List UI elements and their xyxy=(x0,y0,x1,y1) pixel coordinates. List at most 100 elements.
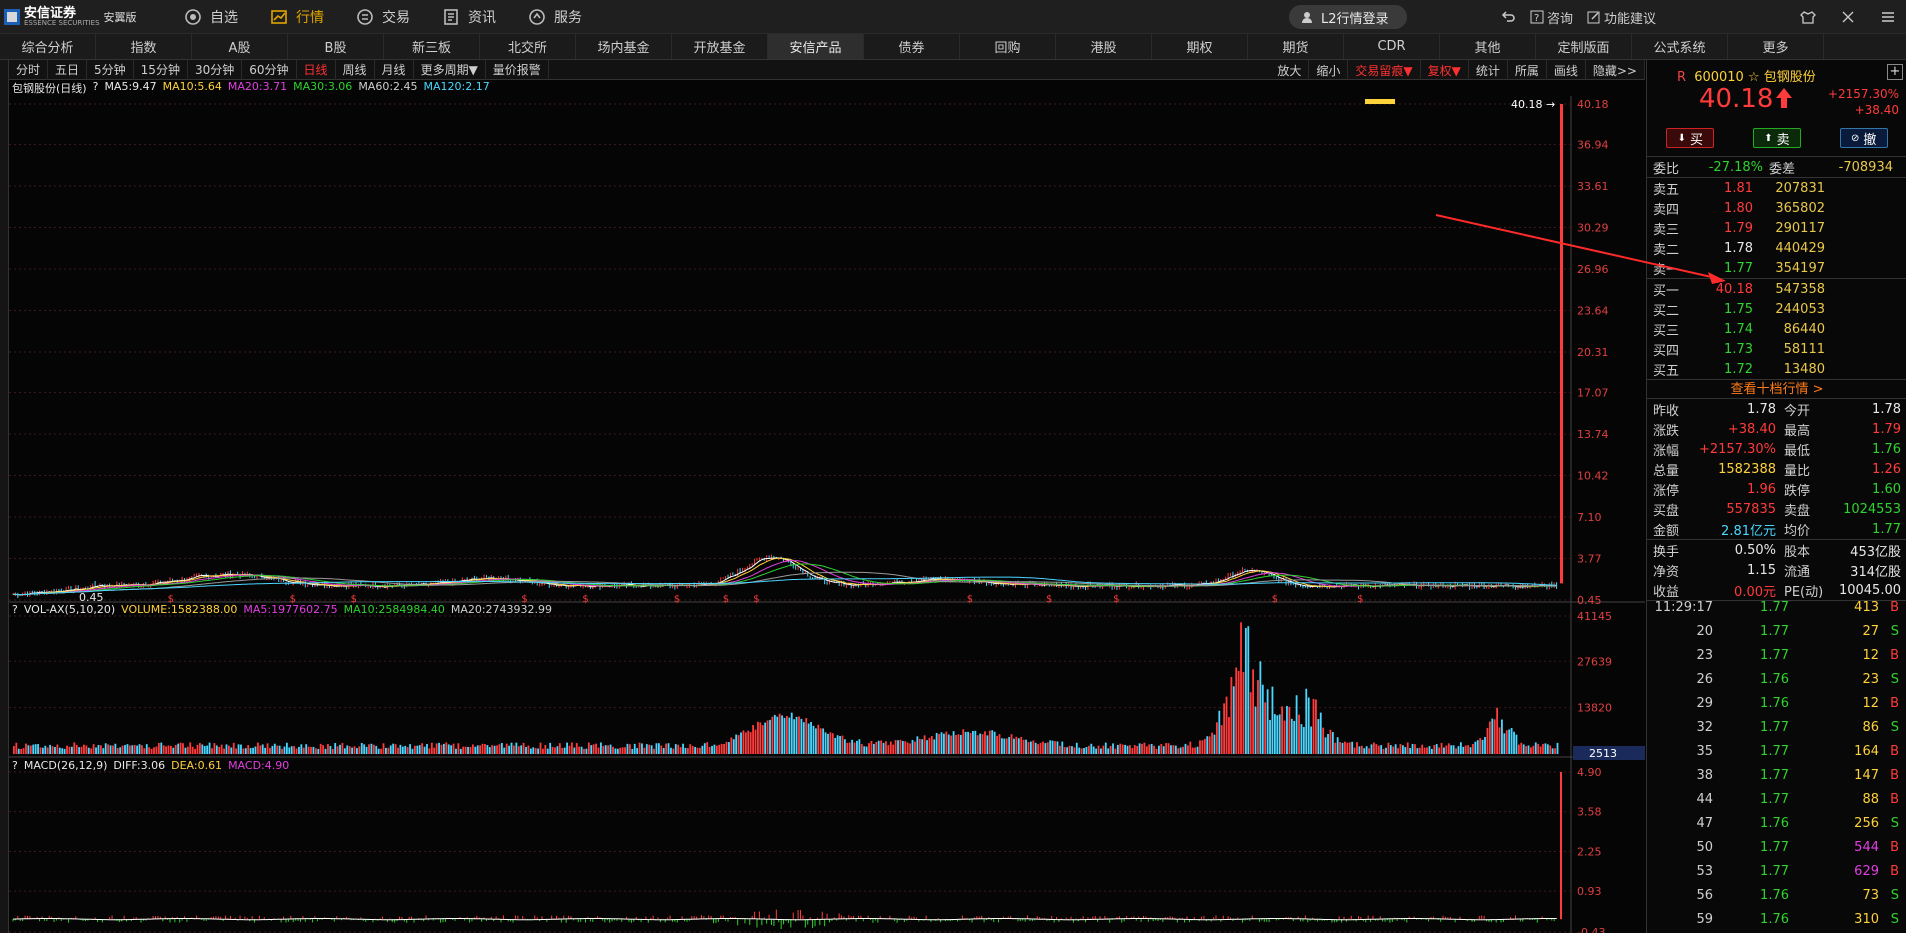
menu-icon[interactable] xyxy=(1880,9,1896,25)
skin-icon[interactable] xyxy=(1800,9,1816,25)
cattab-1[interactable]: 指数 xyxy=(96,34,192,59)
volume-bar xyxy=(636,748,639,754)
chart-tool-1[interactable]: 缩小 xyxy=(1309,60,1349,80)
period-9[interactable]: 更多周期▼ xyxy=(414,59,486,80)
cattab-2[interactable]: A股 xyxy=(192,34,288,59)
volume-bar xyxy=(1479,738,1482,754)
volume-bar xyxy=(1363,748,1366,754)
cattab-12[interactable]: 期权 xyxy=(1152,34,1248,59)
cattab-17[interactable]: 公式系统 xyxy=(1632,34,1728,59)
period-0[interactable]: 分时 xyxy=(9,59,49,80)
volume-bar xyxy=(54,746,56,754)
period-4[interactable]: 30分钟 xyxy=(188,59,243,80)
chart-tool-2[interactable]: 交易留痕▼ xyxy=(1348,60,1421,80)
volume-bar xyxy=(203,746,206,754)
period-8[interactable]: 月线 xyxy=(375,59,414,80)
tick-list[interactable]: 11:29:17 1.77 413 B 20 1.77 27 S 23 1.77 12 B 26 1.76… xyxy=(1647,595,1906,931)
chart-tool-4[interactable]: 统计 xyxy=(1469,60,1508,80)
help-icon[interactable]: ? xyxy=(93,80,99,96)
period-5[interactable]: 60分钟 xyxy=(242,59,297,80)
cattab-9[interactable]: 债券 xyxy=(864,34,960,59)
stats-list: 昨收 1.78 今开 1.78 涨跌 +38.40 最高 1.79 涨幅 +2157.30% 最低 1… xyxy=(1647,399,1906,539)
chart-tool-3[interactable]: 复权▼ xyxy=(1421,60,1469,80)
cattab-7[interactable]: 开放基金 xyxy=(672,34,768,59)
nav-market[interactable]: 行情 xyxy=(254,0,340,34)
chart-tool-6[interactable]: 画线 xyxy=(1547,60,1586,80)
nav-trade[interactable]: 交易 xyxy=(340,0,426,34)
sell-button[interactable]: ⬆ 卖 xyxy=(1752,128,1801,148)
volume-bar xyxy=(206,745,209,754)
volume-bar xyxy=(457,743,460,754)
left-sidebar-strip[interactable] xyxy=(0,60,9,933)
period-6[interactable]: 日线 xyxy=(297,59,336,80)
favorite-star-icon[interactable]: ☆ xyxy=(1748,70,1760,85)
volume-bar xyxy=(1201,740,1204,754)
cancel-order-button[interactable]: ⊘ 撤 xyxy=(1839,128,1888,148)
volume-bar xyxy=(172,747,175,754)
nav-news[interactable]: 资讯 xyxy=(426,0,512,34)
stat-row: 总量 1582388 量比 1.26 xyxy=(1647,459,1906,479)
ten-level-link[interactable]: 查看十档行情 > xyxy=(1647,379,1906,399)
volume-bar xyxy=(298,746,300,754)
cattab-0[interactable]: 综合分析 xyxy=(0,34,96,59)
chart-tool-7[interactable]: 隐藏>> xyxy=(1586,60,1645,80)
volume-bar xyxy=(1329,729,1332,754)
volume-bar xyxy=(215,745,218,754)
period-7[interactable]: 周线 xyxy=(336,59,375,80)
cancel-label: 撤 xyxy=(1863,132,1877,148)
volume-bar xyxy=(336,746,339,754)
l2-login-button[interactable]: L2行情登录 xyxy=(1289,5,1407,29)
volume-bar xyxy=(370,743,373,754)
cattab-14[interactable]: CDR xyxy=(1344,34,1440,59)
volume-bar xyxy=(1554,748,1556,754)
volume-bar xyxy=(1223,703,1226,754)
volume-bar xyxy=(1029,741,1032,754)
volume-bar xyxy=(1162,746,1165,754)
volume-bar xyxy=(542,748,544,754)
volume-bar xyxy=(1131,748,1134,754)
cattab-11[interactable]: 港股 xyxy=(1056,34,1152,59)
nav-watchlist[interactable]: 自选 xyxy=(168,0,254,34)
buy-button[interactable]: ⬇ 买 xyxy=(1666,128,1715,148)
shrink-icon[interactable] xyxy=(1840,9,1856,25)
add-icon[interactable]: + xyxy=(1887,64,1903,80)
chart-tool-0[interactable]: 放大 xyxy=(1270,60,1310,80)
tick-price: 1.76 xyxy=(1760,695,1789,711)
chart-tool-5[interactable]: 所属 xyxy=(1508,60,1547,80)
cattab-15[interactable]: 其他 xyxy=(1440,34,1536,59)
cattab-16[interactable]: 定制版面 xyxy=(1536,34,1632,59)
period-3[interactable]: 15分钟 xyxy=(134,59,188,80)
feedback-button[interactable]: 功能建议 xyxy=(1587,8,1656,27)
period-1[interactable]: 五日 xyxy=(48,59,88,80)
cattab-6[interactable]: 场内基金 xyxy=(576,34,672,59)
volume-bar xyxy=(723,743,726,754)
volume-bar xyxy=(1266,689,1269,754)
volume-bar xyxy=(583,748,585,754)
nav-service[interactable]: 服务 xyxy=(512,0,598,34)
period-2[interactable]: 5分钟 xyxy=(87,59,134,80)
volume-bar xyxy=(631,748,634,754)
volume-bar xyxy=(868,743,870,754)
help-icon[interactable]: ? xyxy=(12,759,18,775)
back-button[interactable] xyxy=(1500,9,1516,25)
cattab-8[interactable]: 安信产品 xyxy=(768,34,864,59)
volume-bar xyxy=(1423,747,1426,754)
consult-button[interactable]: ? 咨询 xyxy=(1530,8,1573,27)
cattab-10[interactable]: 回购 xyxy=(960,34,1056,59)
cattab-3[interactable]: B股 xyxy=(288,34,384,59)
chart-area[interactable]: 40.18 36.94 33.61 30.29 26.96 23.64 20.31 17.07… xyxy=(9,96,1645,933)
order-row: 卖四 1.80 365802 xyxy=(1647,198,1906,218)
period-10[interactable]: 量价报警 xyxy=(486,59,549,80)
cattab-18[interactable]: 更多 xyxy=(1728,34,1824,59)
volume-bar xyxy=(679,747,682,754)
volume-bar xyxy=(126,744,129,754)
help-icon[interactable]: ? xyxy=(12,603,18,619)
order-row: 买二 1.75 244053 xyxy=(1647,299,1906,319)
volume-bar xyxy=(621,747,624,754)
cattab-5[interactable]: 北交所 xyxy=(480,34,576,59)
cattab-4[interactable]: 新三板 xyxy=(384,34,480,59)
stat-value: 1.96 xyxy=(1747,481,1776,497)
cattab-13[interactable]: 期货 xyxy=(1248,34,1344,59)
trade-marker: $ xyxy=(1046,594,1052,605)
chart-svg[interactable]: 40.18 36.94 33.61 30.29 26.96 23.64 20.31 17.07… xyxy=(9,96,1645,933)
